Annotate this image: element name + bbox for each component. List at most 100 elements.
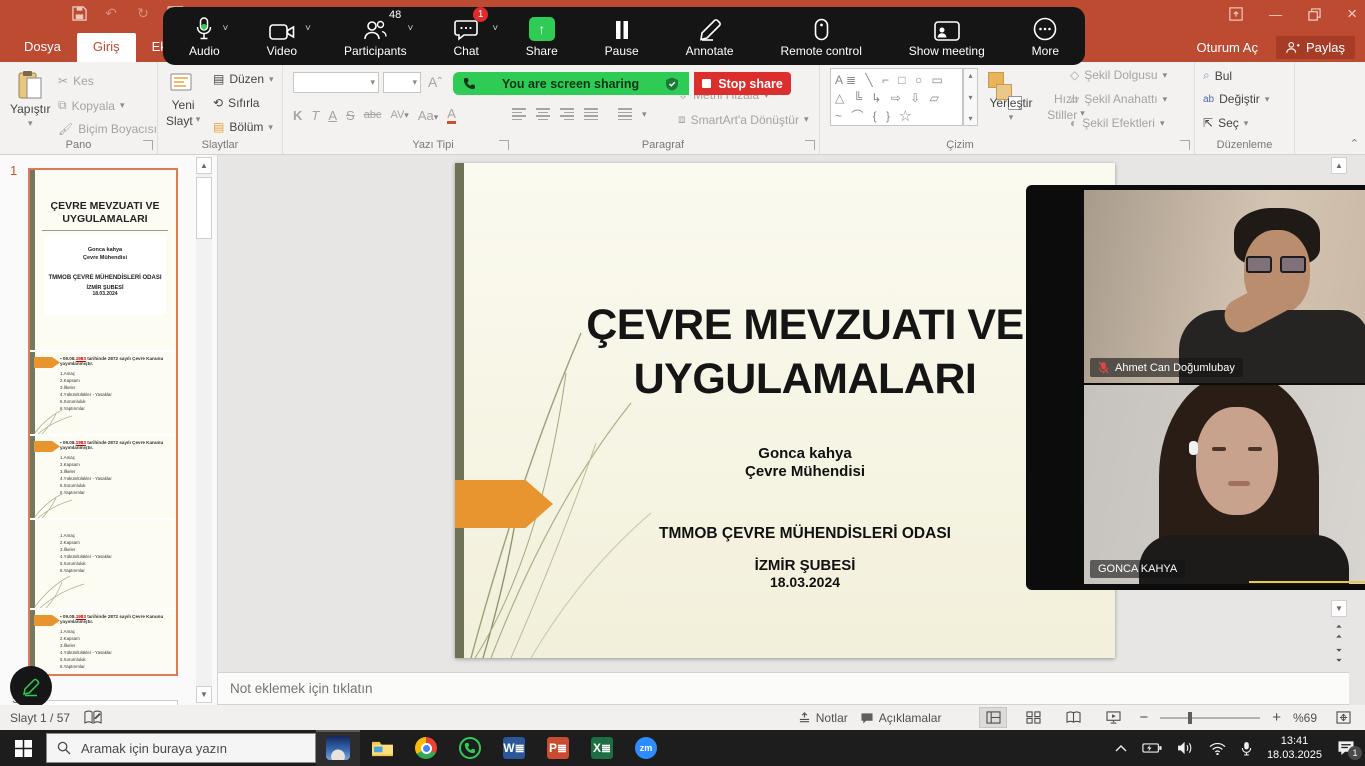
find-button[interactable]: ⌕Bul (1203, 68, 1232, 83)
paste-button[interactable]: Yapıştır ▾ (10, 70, 50, 129)
audio-options-chevron[interactable]: ˅ (223, 23, 229, 34)
tab-giris[interactable]: Giriş (77, 33, 136, 62)
wifi-icon[interactable] (1209, 742, 1226, 755)
undo-icon[interactable]: ↶ (102, 4, 120, 22)
thumb-scroll-down[interactable]: ▼ (196, 686, 212, 703)
drawing-dialog-launcher[interactable] (1180, 140, 1190, 150)
next-slide-button[interactable]: ⏷⏷ (1331, 647, 1347, 664)
char-spacing-button[interactable]: AV▾ (390, 109, 408, 121)
layout-button[interactable]: ▤Düzen▾ (213, 72, 274, 86)
collapse-ribbon-chevron[interactable]: ⌃ (1350, 137, 1359, 150)
smartart-button[interactable]: ⧈SmartArt'a Dönüştür▾ (678, 112, 809, 127)
underline-button[interactable]: A (328, 108, 337, 123)
new-slide-button[interactable]: Yeni Slayt▾ (166, 70, 200, 128)
taskbar-zoom-button[interactable]: zm (624, 730, 668, 766)
taskbar-whatsapp-button[interactable] (448, 730, 492, 766)
more-button[interactable]: More (1032, 15, 1059, 58)
slideshow-view-button[interactable] (1099, 707, 1127, 728)
share-button[interactable]: ↑ Share (526, 15, 558, 58)
video-tile-participant-2[interactable]: GONCA KAHYA (1084, 385, 1365, 584)
change-case-button[interactable]: Aa▾ (418, 108, 438, 123)
participants-chevron[interactable]: ˅ (407, 23, 413, 34)
video-options-chevron[interactable]: ˅ (305, 23, 311, 34)
thumb-content-slide[interactable]: ▪ 09.08.1983 tarihinde 2872 sayılı Çevre… (30, 608, 176, 676)
shape-fill-button[interactable]: ◇Şekil Dolgusu▾ (1070, 68, 1167, 82)
select-button[interactable]: ⇱Seç▾ (1203, 116, 1248, 130)
battery-icon[interactable] (1142, 742, 1162, 754)
video-tile-participant-1[interactable]: Ahmet Can Doğumlubay (1084, 190, 1365, 383)
chat-chevron[interactable]: ˅ (492, 23, 498, 34)
thumb-scroll-up[interactable]: ▲ (196, 157, 212, 174)
shape-effects-button[interactable]: ◐Şekil Efektleri▾ (1070, 116, 1164, 130)
cut-button[interactable]: ✂Kes (58, 74, 94, 88)
video-button[interactable]: ˅ Video (267, 15, 297, 58)
tray-microphone-icon[interactable] (1241, 741, 1252, 756)
shapes-gallery-scrollbar[interactable]: ▴▾▾ (963, 68, 978, 126)
section-button[interactable]: ▤Bölüm▾ (213, 120, 273, 134)
font-color-button[interactable]: A (447, 106, 456, 124)
notes-area[interactable]: Not eklemek için tıklatın (218, 672, 1349, 705)
zoom-level[interactable]: %69 (1293, 711, 1317, 725)
shapes-gallery[interactable]: A≣ ╲ ⌐ □ ○ ▭△ ╚ ↳ ⇨ ⇩ ▱~ ⌒ { } ☆ (830, 68, 963, 126)
taskbar-excel-button[interactable]: X≣ (580, 730, 624, 766)
taskbar-word-button[interactable]: W≣ (492, 730, 536, 766)
minimize-button[interactable]: — (1269, 7, 1282, 22)
zoom-slider[interactable] (1160, 717, 1260, 719)
paragraph-dialog-launcher[interactable] (805, 140, 815, 150)
format-painter-button[interactable]: 🖌Biçim Boyacısı (58, 122, 157, 136)
action-center-button[interactable]: 1 (1337, 740, 1355, 756)
close-button[interactable]: × (1347, 4, 1357, 24)
canvas-scroll-down[interactable]: ▼ (1331, 600, 1347, 617)
previous-slide-button[interactable]: ⏶⏶ (1331, 623, 1347, 640)
share-presentation-button[interactable]: Paylaş (1276, 36, 1355, 59)
stop-share-button[interactable]: Stop share (694, 72, 791, 95)
audio-button[interactable]: ˅ Audio (189, 15, 220, 58)
grow-font-icon[interactable]: Aˆ (428, 74, 442, 90)
subscript-button[interactable]: abc (364, 109, 382, 121)
pause-button[interactable]: Pause (605, 15, 639, 58)
slide-sorter-view-button[interactable] (1019, 707, 1047, 728)
align-right-icon[interactable] (560, 108, 574, 120)
thumb-content-slide[interactable]: ▪ 09.08.1983 tarihinde 2872 sayılı Çevre… (30, 434, 176, 518)
align-left-icon[interactable] (512, 108, 526, 120)
participants-button[interactable]: 48 ˅ Participants (344, 15, 407, 58)
shape-outline-button[interactable]: ▱Şekil Anahattı▾ (1070, 92, 1167, 106)
zoom-slider-thumb[interactable] (1188, 712, 1192, 724)
columns-icon[interactable] (618, 108, 632, 120)
zoom-in-button[interactable]: + (1272, 709, 1281, 726)
italic-button[interactable]: T (311, 108, 319, 123)
fit-to-window-button[interactable] (1329, 707, 1357, 728)
zoom-out-button[interactable]: − (1139, 709, 1148, 726)
save-icon[interactable] (70, 4, 88, 22)
thumbnail-scrollbar[interactable]: ▲ ▼ (196, 157, 212, 703)
strikethrough-button[interactable]: S (346, 108, 355, 123)
bold-button[interactable]: K (293, 108, 302, 123)
normal-view-button[interactable] (979, 707, 1007, 728)
slide-title[interactable]: ÇEVRE MEVZUATI VEUYGULAMALARI (515, 298, 1095, 406)
thumb-scroll-thumb[interactable] (196, 177, 212, 239)
copy-button[interactable]: ⧉Kopyala▾ (58, 98, 124, 113)
taskbar-active-app-button[interactable] (316, 730, 360, 766)
slide-author[interactable]: Gonca kahyaÇevre Mühendisi (515, 445, 1095, 481)
arrange-button[interactable]: Yerleştir▾ (980, 96, 1042, 123)
speaker-icon[interactable] (1177, 741, 1194, 755)
pano-dialog-launcher[interactable] (143, 140, 153, 150)
tab-dosya[interactable]: Dosya (8, 33, 77, 62)
taskbar-chrome-button[interactable] (404, 730, 448, 766)
paste-dropdown-chevron[interactable]: ▾ (28, 118, 33, 129)
zoom-annotation-fab[interactable] (10, 666, 52, 705)
font-name-box[interactable]: ▾ (293, 72, 379, 93)
sign-in-link[interactable]: Oturum Aç (1197, 40, 1258, 55)
thumb-content-slide[interactable]: 1.Amaç 2.Kapsam 3.İlkeler 4.Yükümlülükle… (30, 518, 176, 608)
restore-button[interactable] (1308, 8, 1321, 21)
proofing-icon[interactable] (84, 710, 102, 725)
tray-expand-chevron-icon[interactable] (1115, 744, 1127, 752)
chat-button[interactable]: 1 ˅ Chat (454, 15, 479, 58)
taskbar-clock[interactable]: 13:41 18.03.2025 (1267, 734, 1322, 763)
taskbar-powerpoint-button[interactable]: P≣ (536, 730, 580, 766)
comments-toggle[interactable]: Açıklamalar (860, 711, 942, 725)
redo-icon[interactable]: ↻ (134, 4, 152, 22)
annotate-button[interactable]: Annotate (686, 15, 734, 58)
taskbar-file-explorer-button[interactable] (360, 730, 404, 766)
align-center-icon[interactable] (536, 108, 550, 120)
